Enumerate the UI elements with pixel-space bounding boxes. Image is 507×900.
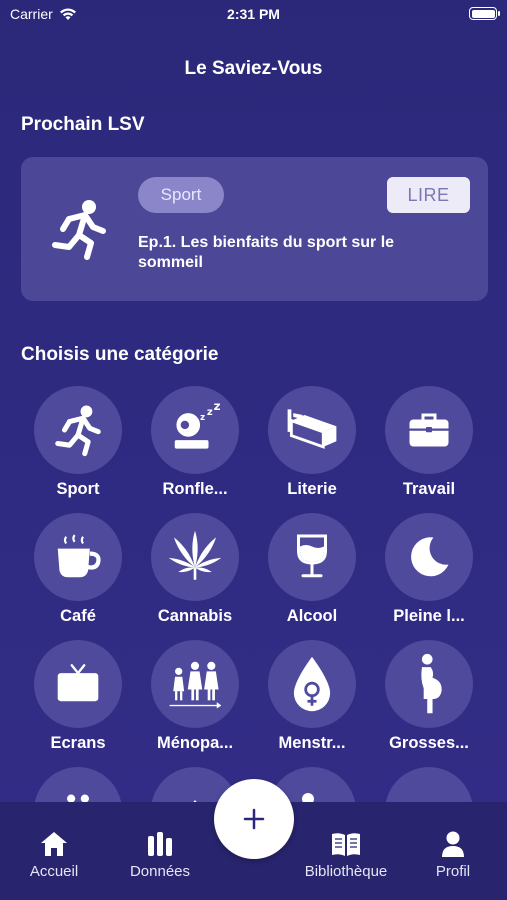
category-label: Grosses... bbox=[389, 734, 469, 752]
battery-icon bbox=[469, 7, 500, 20]
category-circle: z z z bbox=[151, 386, 239, 474]
women-ages-icon bbox=[169, 661, 222, 709]
tab-label: Données bbox=[129, 863, 191, 880]
coffee-cup-icon bbox=[57, 534, 101, 578]
category-label: Literie bbox=[287, 480, 337, 498]
category-label: Menstr... bbox=[278, 734, 346, 752]
snoring-icon: z z z bbox=[174, 403, 221, 449]
svg-text:z: z bbox=[214, 403, 221, 413]
category-circle bbox=[34, 386, 122, 474]
category-circle bbox=[268, 640, 356, 728]
drop-female-icon bbox=[293, 656, 331, 712]
episode-title: Ep.1. Les bienfaits du sport sur le somm… bbox=[138, 234, 395, 271]
tab-data[interactable]: Données bbox=[110, 802, 210, 900]
tab-profile[interactable]: Profil bbox=[403, 802, 503, 900]
category-circle bbox=[34, 640, 122, 728]
category-label: Travail bbox=[402, 480, 456, 498]
category-circle bbox=[268, 386, 356, 474]
svg-text:z: z bbox=[200, 412, 205, 422]
category-sport[interactable]: Sport bbox=[20, 386, 136, 506]
runner-icon bbox=[55, 405, 101, 457]
category-circle bbox=[151, 513, 239, 601]
category-circle bbox=[151, 640, 239, 728]
tv-icon bbox=[57, 664, 99, 702]
category-label: Ménopa... bbox=[156, 734, 234, 752]
category-label: Alcool bbox=[286, 607, 338, 625]
category-pregnancy[interactable]: Grosses... bbox=[371, 640, 487, 760]
wine-glass-icon bbox=[297, 534, 327, 578]
category-label: Cannabis bbox=[157, 607, 233, 625]
category-cannabis[interactable]: Cannabis bbox=[137, 513, 253, 633]
bar-chart-icon bbox=[148, 832, 172, 856]
category-full-moon[interactable]: Pleine l... bbox=[371, 513, 487, 633]
category-circle bbox=[34, 513, 122, 601]
plus-icon bbox=[243, 808, 265, 830]
category-label: Ecrans bbox=[50, 734, 106, 752]
book-icon bbox=[332, 833, 360, 856]
crescent-moon-icon bbox=[411, 537, 449, 577]
tab-label: Accueil bbox=[29, 863, 79, 880]
svg-text:z: z bbox=[207, 407, 213, 418]
category-label: Sport bbox=[56, 480, 100, 498]
tab-label: Profil bbox=[435, 863, 471, 880]
next-section-title: Prochain LSV bbox=[21, 114, 145, 135]
person-icon bbox=[442, 831, 464, 857]
runner-icon bbox=[52, 200, 106, 260]
read-button[interactable]: LIRE bbox=[387, 177, 470, 213]
category-bedding[interactable]: Literie bbox=[254, 386, 370, 506]
category-chip: Sport bbox=[138, 177, 224, 213]
bed-icon bbox=[287, 409, 337, 449]
category-circle bbox=[385, 640, 473, 728]
briefcase-icon bbox=[409, 413, 449, 447]
page-title: Le Saviez-Vous bbox=[184, 58, 323, 79]
cannabis-leaf-icon bbox=[168, 530, 222, 580]
home-icon bbox=[41, 832, 67, 856]
category-menstruation[interactable]: Menstr... bbox=[254, 640, 370, 760]
category-circle bbox=[385, 513, 473, 601]
category-label: Café bbox=[60, 607, 96, 625]
category-coffee[interactable]: Café bbox=[20, 513, 136, 633]
tab-label: Bibliothèque bbox=[304, 863, 388, 880]
categories-section-title: Choisis une catégorie bbox=[21, 344, 219, 365]
status-time: 2:31 PM bbox=[227, 6, 280, 22]
category-menopause[interactable]: Ménopa... bbox=[137, 640, 253, 760]
category-label: Pleine l... bbox=[393, 607, 465, 625]
category-work[interactable]: Travail bbox=[371, 386, 487, 506]
tab-library[interactable]: Bibliothèque bbox=[296, 802, 396, 900]
category-screens[interactable]: Ecrans bbox=[20, 640, 136, 760]
category-snoring[interactable]: z z z Ronfle... bbox=[137, 386, 253, 506]
pregnant-woman-icon bbox=[421, 653, 442, 714]
category-alcohol[interactable]: Alcool bbox=[254, 513, 370, 633]
category-label: Ronfle... bbox=[162, 480, 228, 498]
category-circle bbox=[385, 386, 473, 474]
status-bar: Carrier 2:31 PM bbox=[0, 0, 507, 30]
category-circle bbox=[268, 513, 356, 601]
tab-home[interactable]: Accueil bbox=[4, 802, 104, 900]
add-button[interactable] bbox=[214, 779, 294, 859]
next-episode-card[interactable]: Sport LIRE Ep.1. Les bienfaits du sport … bbox=[21, 157, 488, 301]
